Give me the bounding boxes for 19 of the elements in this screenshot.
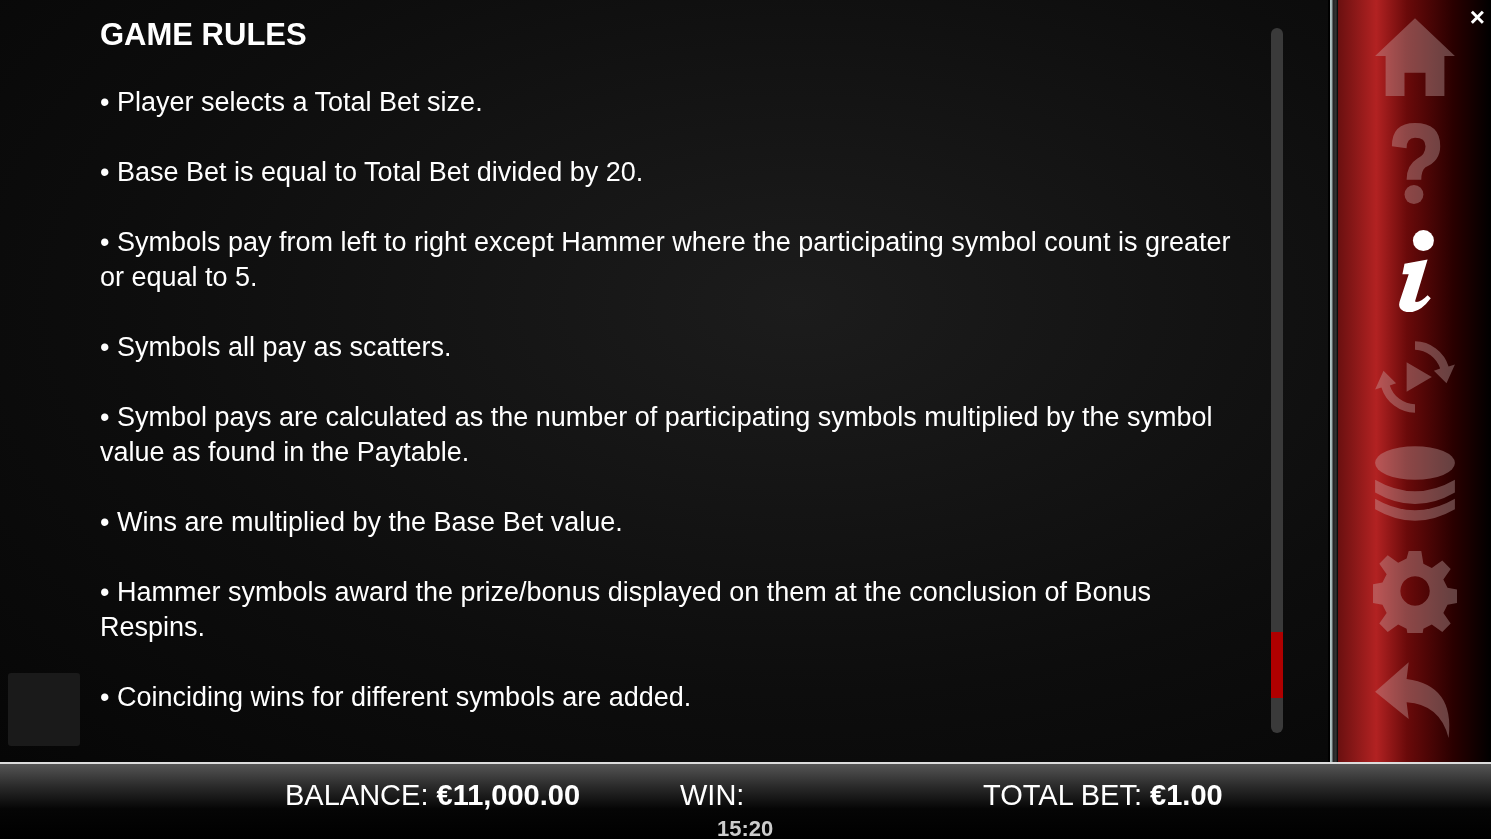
clock-text: 15:20 [717, 815, 774, 839]
status-label: WIN: [680, 779, 745, 811]
rule-text: • Symbol pays are calculated as the number of participating symbols multiplied by the symbol value as found in the Paytable. [100, 401, 1214, 470]
scrollbar-track[interactable] [1271, 28, 1283, 733]
status-label: TOTAL BET: [983, 779, 1142, 811]
rule-text: • Wins are multiplied by the Base Bet value. [100, 506, 624, 540]
rule-text: • Coinciding wins for different symbols are added. [100, 681, 693, 715]
status-label: BALANCE: [285, 779, 429, 811]
rules-title: GAME RULES [100, 18, 308, 53]
rule-text: • Symbols all pay as scatters. [100, 331, 453, 365]
rule-text: • Symbols pay from left to right except Hammer where the participating symbol count is greater or equal to 5. [100, 226, 1232, 295]
rule-text: • Base Bet is equal to Total Bet divided by 20. [100, 156, 645, 190]
status-value: €1.00 [1150, 779, 1223, 811]
rule-text: • Hammer symbols award the prize/bonus displayed on them at the conclusion of Bonus Respins. [100, 576, 1152, 645]
rule-text: • Player selects a Total Bet size. [100, 86, 484, 120]
settings-icon [1372, 548, 1457, 633]
status-value: €11,000.00 [436, 779, 581, 811]
scrollbar-thumb[interactable] [1271, 632, 1283, 698]
close-button[interactable]: × [1469, 4, 1485, 30]
